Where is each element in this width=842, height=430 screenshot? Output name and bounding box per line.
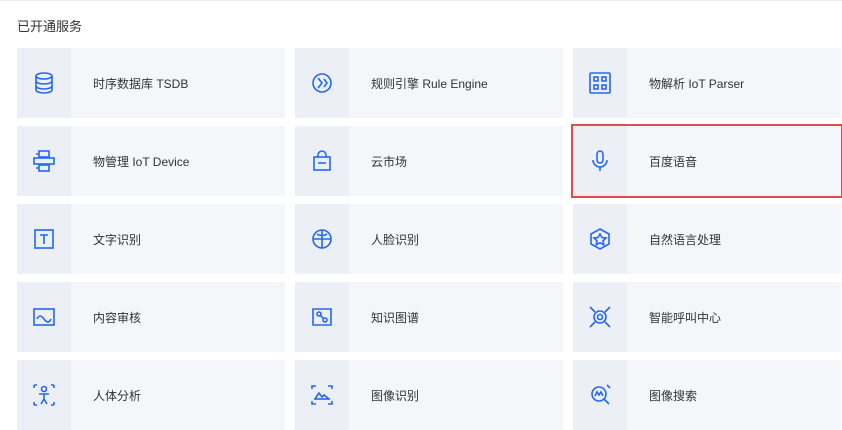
service-card-iot-parser[interactable]: 物解析 IoT Parser bbox=[573, 48, 841, 118]
service-card-body-analysis[interactable]: 人体分析 bbox=[17, 360, 285, 430]
database-icon bbox=[17, 48, 71, 118]
image-recognition-icon bbox=[295, 360, 349, 430]
service-card-face-recognition[interactable]: 人脸识别 bbox=[295, 204, 563, 274]
body-analysis-icon bbox=[17, 360, 71, 430]
service-label: 物解析 IoT Parser bbox=[649, 76, 745, 91]
service-label: 云市场 bbox=[371, 154, 408, 169]
service-card-knowledge-graph[interactable]: 知识图谱 bbox=[295, 282, 563, 352]
service-label: 知识图谱 bbox=[371, 310, 420, 325]
service-label: 时序数据库 TSDB bbox=[93, 76, 189, 91]
face-recognition-icon bbox=[295, 204, 349, 274]
service-card-content-review[interactable]: 内容审核 bbox=[17, 282, 285, 352]
image-search-icon bbox=[573, 360, 627, 430]
service-card-rule-engine[interactable]: 规则引擎 Rule Engine bbox=[295, 48, 563, 118]
parser-icon bbox=[573, 48, 627, 118]
service-label: 图像识别 bbox=[371, 388, 420, 403]
service-label: 内容审核 bbox=[93, 310, 142, 325]
rule-engine-icon bbox=[295, 48, 349, 118]
service-label: 自然语言处理 bbox=[649, 232, 722, 247]
service-card-image-recognition[interactable]: 图像识别 bbox=[295, 360, 563, 430]
service-label: 规则引擎 Rule Engine bbox=[371, 76, 488, 91]
device-management-icon bbox=[17, 126, 71, 196]
knowledge-graph-icon bbox=[295, 282, 349, 352]
service-card-nlp[interactable]: 自然语言处理 bbox=[573, 204, 841, 274]
service-label: 物管理 IoT Device bbox=[93, 154, 190, 169]
top-divider bbox=[0, 0, 842, 1]
service-card-image-search[interactable]: 图像搜索 bbox=[573, 360, 841, 430]
service-card-iot-device[interactable]: 物管理 IoT Device bbox=[17, 126, 285, 196]
services-grid: 时序数据库 TSDB 规则引擎 Rule Engine 物解析 IoT Pars… bbox=[17, 48, 842, 430]
service-label: 智能呼叫中心 bbox=[649, 310, 722, 325]
service-label: 人脸识别 bbox=[371, 232, 420, 247]
service-card-tsdb[interactable]: 时序数据库 TSDB bbox=[17, 48, 285, 118]
service-card-baidu-speech[interactable]: 百度语音 bbox=[571, 124, 842, 198]
service-card-cloud-market[interactable]: 云市场 bbox=[295, 126, 563, 196]
service-card-ocr[interactable]: 文字识别 bbox=[17, 204, 285, 274]
content-review-icon bbox=[17, 282, 71, 352]
service-label: 人体分析 bbox=[93, 388, 142, 403]
text-recognition-icon bbox=[17, 204, 71, 274]
service-label: 图像搜索 bbox=[649, 388, 698, 403]
service-label: 文字识别 bbox=[93, 232, 142, 247]
shopping-bag-icon bbox=[295, 126, 349, 196]
microphone-icon bbox=[573, 126, 627, 196]
nlp-icon bbox=[573, 204, 627, 274]
call-center-icon bbox=[573, 282, 627, 352]
service-card-call-center[interactable]: 智能呼叫中心 bbox=[573, 282, 841, 352]
section-title: 已开通服务 bbox=[17, 19, 83, 34]
service-label: 百度语音 bbox=[649, 154, 698, 169]
